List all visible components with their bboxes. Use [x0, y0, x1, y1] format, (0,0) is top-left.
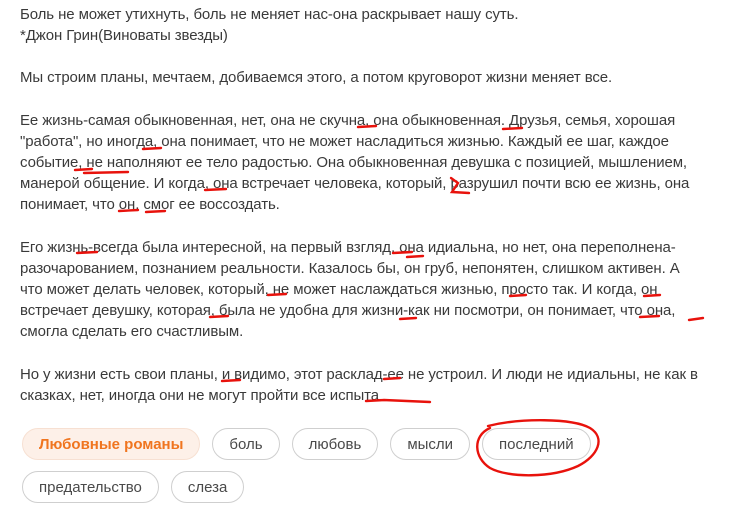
- post-text: Боль не может утихнуть, боль не меняет н…: [20, 4, 720, 406]
- tag-thoughts[interactable]: мысли: [390, 428, 471, 460]
- tag-row: предательство слеза: [22, 471, 722, 503]
- tag-betrayal[interactable]: предательство: [22, 471, 159, 503]
- paragraph-line: сказках, нет, иногда они не могут пройти…: [20, 386, 380, 404]
- tag-tear[interactable]: слеза: [170, 471, 245, 503]
- tag-last[interactable]: последний: [482, 428, 591, 460]
- paragraph-line: смогла сделать его счастливым.: [20, 323, 244, 341]
- quote-line: Боль не может утихнуть, боль не меняет н…: [20, 6, 519, 23]
- paragraph-line: Ее жизнь-самая обыкновенная, нет, она не…: [20, 111, 676, 129]
- paragraph-line: Но у жизни есть свои планы, и видимо, эт…: [20, 365, 698, 383]
- quote-author: *Джон Грин(Виноваты звезды): [20, 27, 228, 45]
- paragraph-line: Его жизнь-всегда была интересной, на пер…: [20, 238, 676, 256]
- tag-featured[interactable]: Любовные романы: [22, 428, 201, 460]
- paragraph-line: встречает девушку, которая, была не удоб…: [20, 302, 676, 320]
- paragraph-line: Мы строим планы, мечтаем, добиваемся это…: [20, 69, 613, 87]
- tag-love[interactable]: любовь: [291, 428, 379, 460]
- paragraph-line: манерой общение. И когда, она встречает …: [20, 175, 690, 193]
- paragraph-line: событие, не наполняют ее тело радостью. …: [20, 154, 687, 172]
- tag-row: Любовные романы боль любовь мысли послед…: [22, 428, 722, 460]
- paragraph-line: разочарованием, познанием реальности. Ка…: [20, 259, 680, 277]
- paragraph-line: понимает, что он, смог ее воссоздать.: [20, 196, 280, 214]
- paragraph-line: "работа", но иногда, она понимает, что н…: [20, 132, 669, 150]
- tag-pain[interactable]: боль: [212, 428, 280, 460]
- tag-list: Любовные романы боль любовь мысли послед…: [22, 428, 722, 514]
- paragraph-line: что может делать человек, который, не мо…: [20, 281, 658, 299]
